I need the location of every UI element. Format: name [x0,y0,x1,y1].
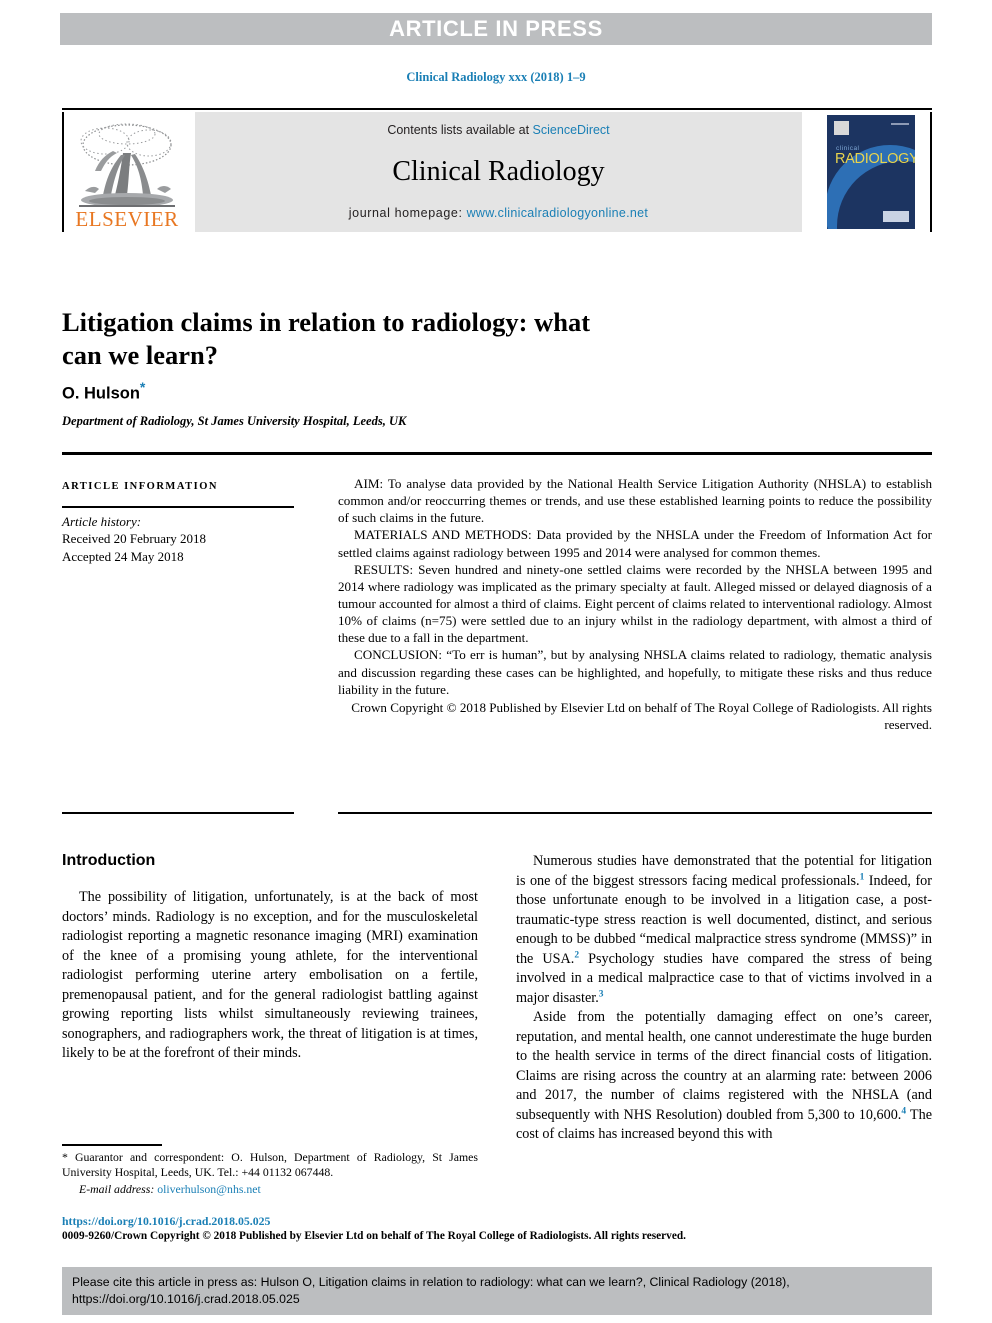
cover-main-word: RADIOLOGY [835,151,915,167]
intro-paragraph-2: Numerous studies have demonstrated that … [516,852,932,1008]
abstract-results: RESULTS: Seven hundred and ninety-one se… [338,561,932,646]
intro-paragraph-1: The possibility of litigation, unfortuna… [62,889,478,1062]
intro-paragraph-3: Aside from the potentially damaging effe… [516,1008,932,1145]
abstract-materials-methods: MATERIALS AND METHODS: Data provided by … [338,527,932,560]
footnote-correspondence: * Guarantor and correspondent: O. Hulson… [62,1150,478,1180]
journal-title: Clinical Radiology [392,155,605,187]
sciencedirect-link[interactable]: ScienceDirect [533,123,610,137]
article-information-heading: ARTICLE INFORMATION [62,481,218,492]
author-affiliation: Department of Radiology, St James Univer… [62,414,407,428]
footnote-block: * Guarantor and correspondent: O. Hulson… [62,1150,478,1197]
intro-p3-part-a: Aside from the potentially damaging effe… [516,1009,932,1123]
body-column-right: Numerous studies have demonstrated that … [516,852,932,1145]
page-title: Litigation claims in relation to radiolo… [62,306,591,371]
contents-lists-prefix: Contents lists available at [387,123,533,137]
doi-link[interactable]: https://doi.org/10.1016/j.crad.2018.05.0… [62,1214,270,1229]
abstract-top-rule [62,452,932,455]
header-top-rule [62,108,932,110]
please-cite-text: Please cite this article in press as: Hu… [72,1275,790,1306]
abstract-copyright: Crown Copyright © 2018 Published by Else… [351,699,932,732]
footnote-email-line: E-mail address: oliverhulson@nhs.net [62,1182,478,1197]
author-correspondence-marker[interactable]: * [140,379,145,395]
homepage-prefix: journal homepage: [348,206,467,220]
citation-ref-3[interactable]: 3 [599,989,604,999]
body-column-left: Introduction The possibility of litigati… [62,852,478,1064]
elsevier-logo: ELSEVIER [62,112,190,232]
please-cite-box: Please cite this article in press as: Hu… [62,1267,932,1315]
abstract-bottom-rule-right [338,812,932,814]
abstract-aim: AIM: To analyse data provided by the Nat… [338,476,932,526]
article-in-press-banner: ARTICLE IN PRESS [60,13,932,45]
article-in-press-label: ARTICLE IN PRESS [389,16,603,41]
journal-homepage-link[interactable]: www.clinicalradiologyonline.net [467,206,649,220]
abstract-conclusion: CONCLUSION: “To err is human”, but by an… [338,647,932,697]
article-information-rule [62,506,294,508]
article-history-label: Article history: [62,514,142,529]
author-name-text: O. Hulson [62,384,140,403]
journal-homepage-line: journal homepage: www.clinicalradiologyo… [349,206,648,220]
elsevier-wordmark: ELSEVIER [75,207,179,231]
article-received-date: Received 20 February 2018 [62,531,207,547]
journal-cover-image: clinical RADIOLOGY [827,115,915,229]
footnote-email-label: E-mail address: [79,1181,158,1196]
elsevier-tree-icon [75,121,179,209]
issn-copyright-line: 0009-9260/Crown Copyright © 2018 Publish… [62,1230,686,1242]
intro-p2-part-c: Psychology studies have compared the str… [516,950,932,1006]
journal-header-band: ELSEVIER Contents lists available at Sci… [62,112,932,232]
article-accepted-date: Accepted 24 May 2018 [62,548,184,564]
journal-contents-box: Contents lists available at ScienceDirec… [195,112,802,232]
article-history-block: Article history: Received 20 February 20… [62,513,302,565]
cover-elsevier-mark [883,211,909,222]
contents-lists-line: Contents lists available at ScienceDirec… [387,123,609,137]
section-heading-introduction: Introduction [62,852,156,869]
footnote-email-link[interactable]: oliverhulson@nhs.net [157,1182,261,1196]
running-head-citation: Clinical Radiology xxx (2018) 1–9 [406,70,586,84]
cover-crest-icon [834,121,849,135]
cover-topright-rule [891,123,909,125]
footnote-rule [62,1144,162,1146]
abstract-bottom-rule-left [62,812,294,814]
author-name: O. Hulson* [62,379,145,404]
journal-cover-thumbnail: clinical RADIOLOGY [812,112,932,232]
abstract-block: AIM: To analyse data provided by the Nat… [338,475,932,733]
